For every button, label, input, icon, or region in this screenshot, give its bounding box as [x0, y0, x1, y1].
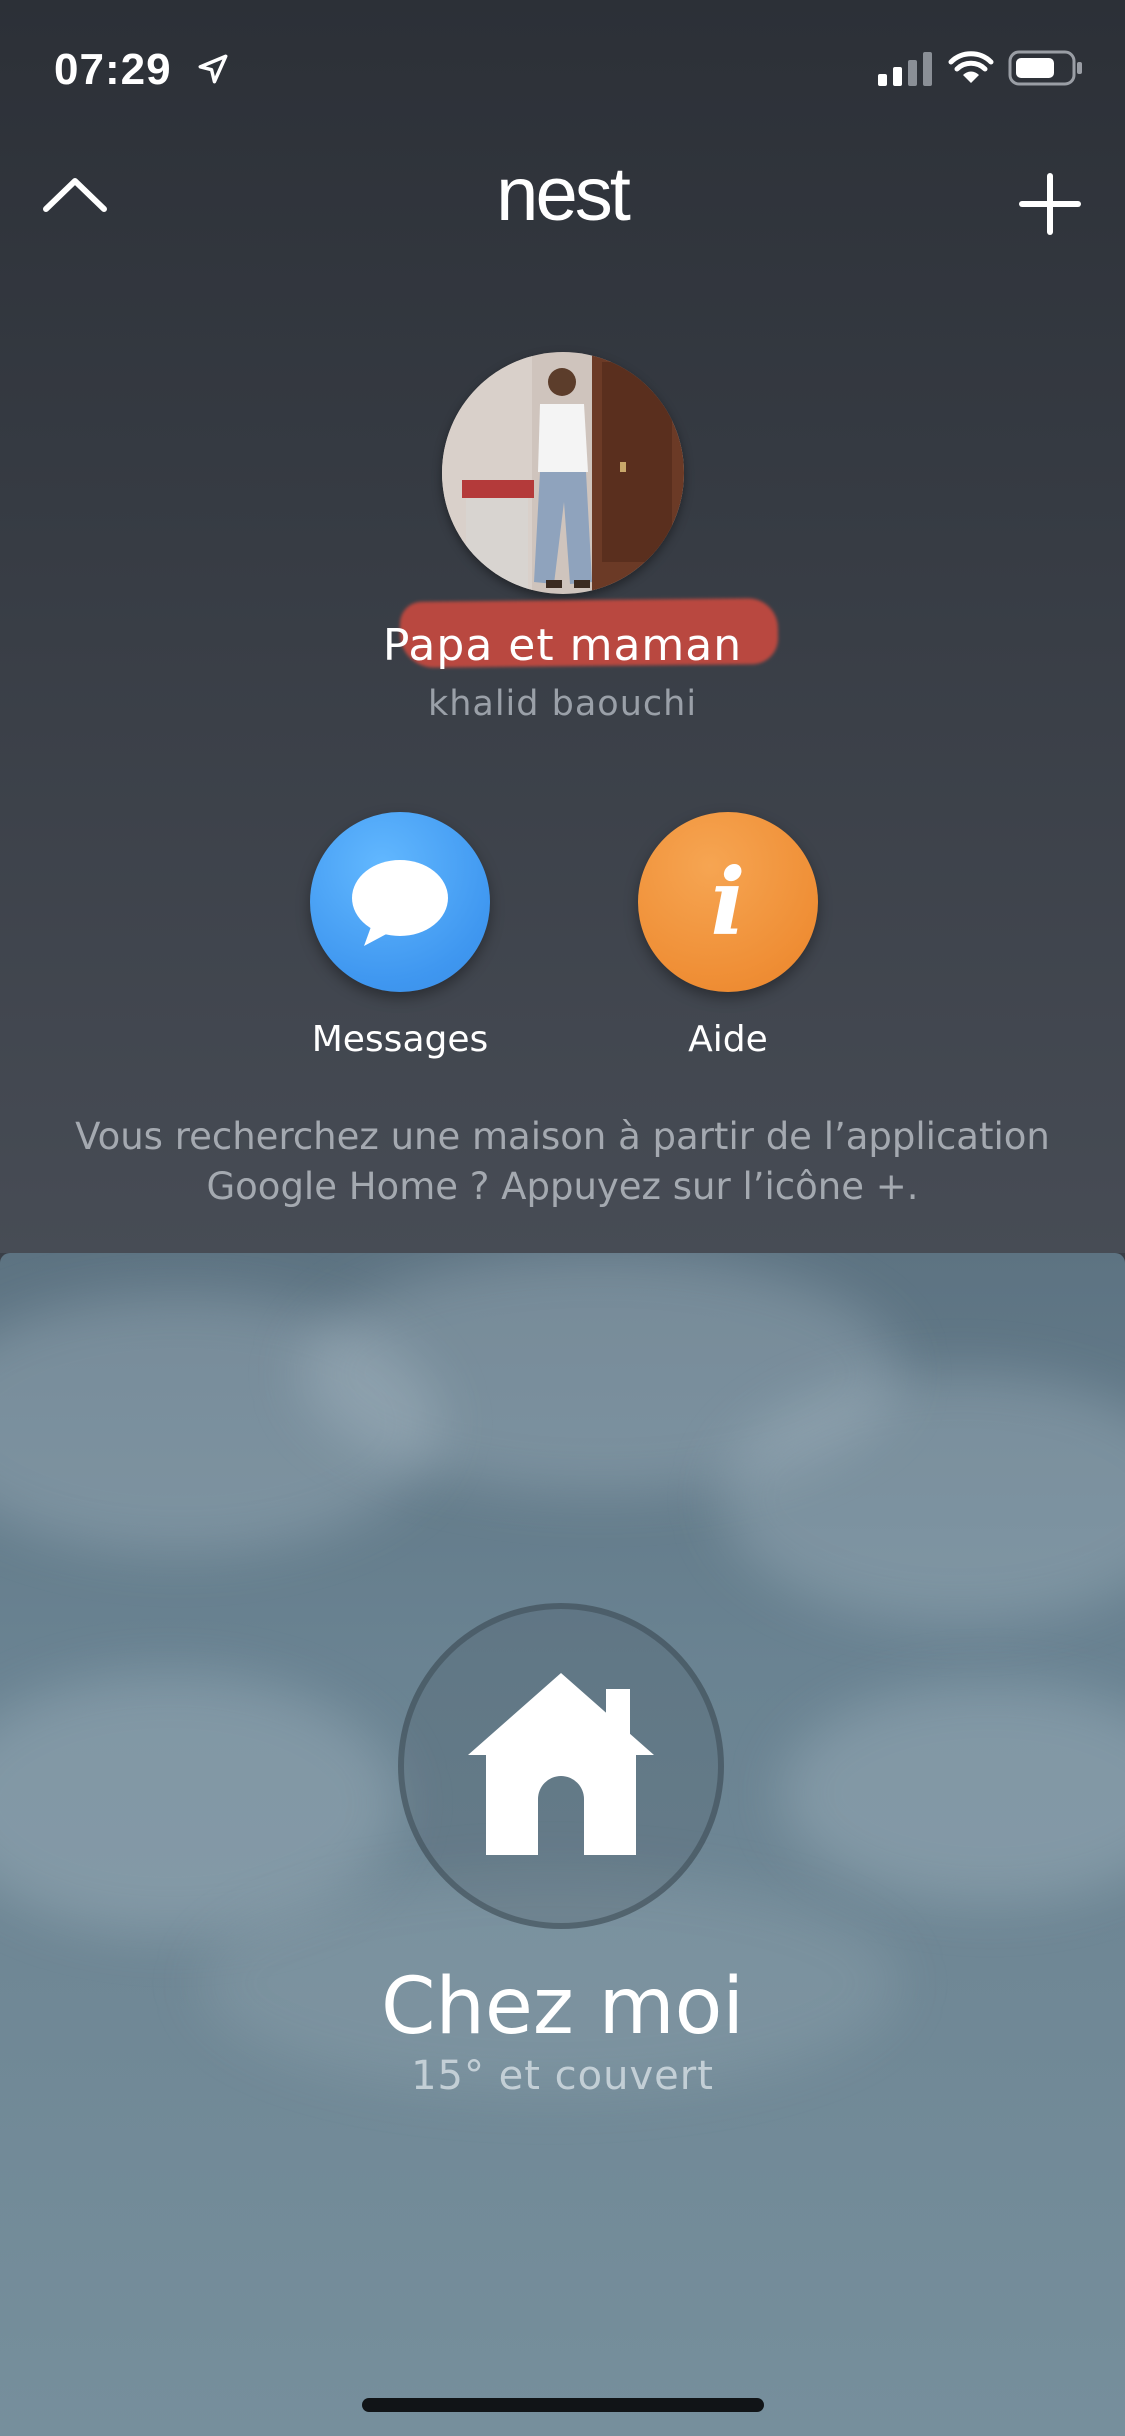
messages-button[interactable]: Messages [270, 812, 530, 1072]
messages-circle [310, 812, 490, 992]
cellular-signal-icon [878, 52, 932, 86]
collapse-button[interactable] [40, 165, 110, 225]
avatar[interactable] [442, 352, 684, 594]
help-circle: i [638, 812, 818, 992]
help-button[interactable]: i Aide [598, 812, 858, 1072]
weather-status: 15° et couvert [411, 2053, 714, 2099]
account-panel: 07:29 nest Papa et maman khalid baouchi … [0, 0, 1125, 1253]
add-button[interactable] [1016, 170, 1084, 238]
owner-name: khalid baouchi [427, 684, 698, 724]
home-button[interactable] [398, 1603, 724, 1929]
cloud-decoration [780, 1683, 1125, 1903]
location-arrow-icon [198, 54, 228, 84]
nest-logo: nest [496, 152, 631, 237]
google-home-hint: Vous recherchez une maison à partir de l… [75, 1115, 1050, 1208]
messages-label: Messages [311, 1019, 489, 1060]
structure-name: Papa et maman [382, 620, 743, 671]
chat-bubble-icon [352, 860, 448, 946]
wifi-icon [948, 51, 994, 83]
plus-icon [1019, 173, 1081, 235]
profile-photo [442, 352, 684, 594]
battery-icon [1008, 50, 1082, 86]
home-panel[interactable]: Chez moi 15° et couvert [0, 1253, 1125, 2436]
home-indicator-bar[interactable] [362, 2398, 764, 2412]
status-time: 07:29 [54, 45, 172, 94]
home-title: Chez moi [381, 1962, 744, 2052]
chevron-up-icon [43, 178, 107, 212]
help-label: Aide [688, 1019, 768, 1060]
home-icon [468, 1673, 654, 1855]
info-icon: i [710, 848, 746, 956]
